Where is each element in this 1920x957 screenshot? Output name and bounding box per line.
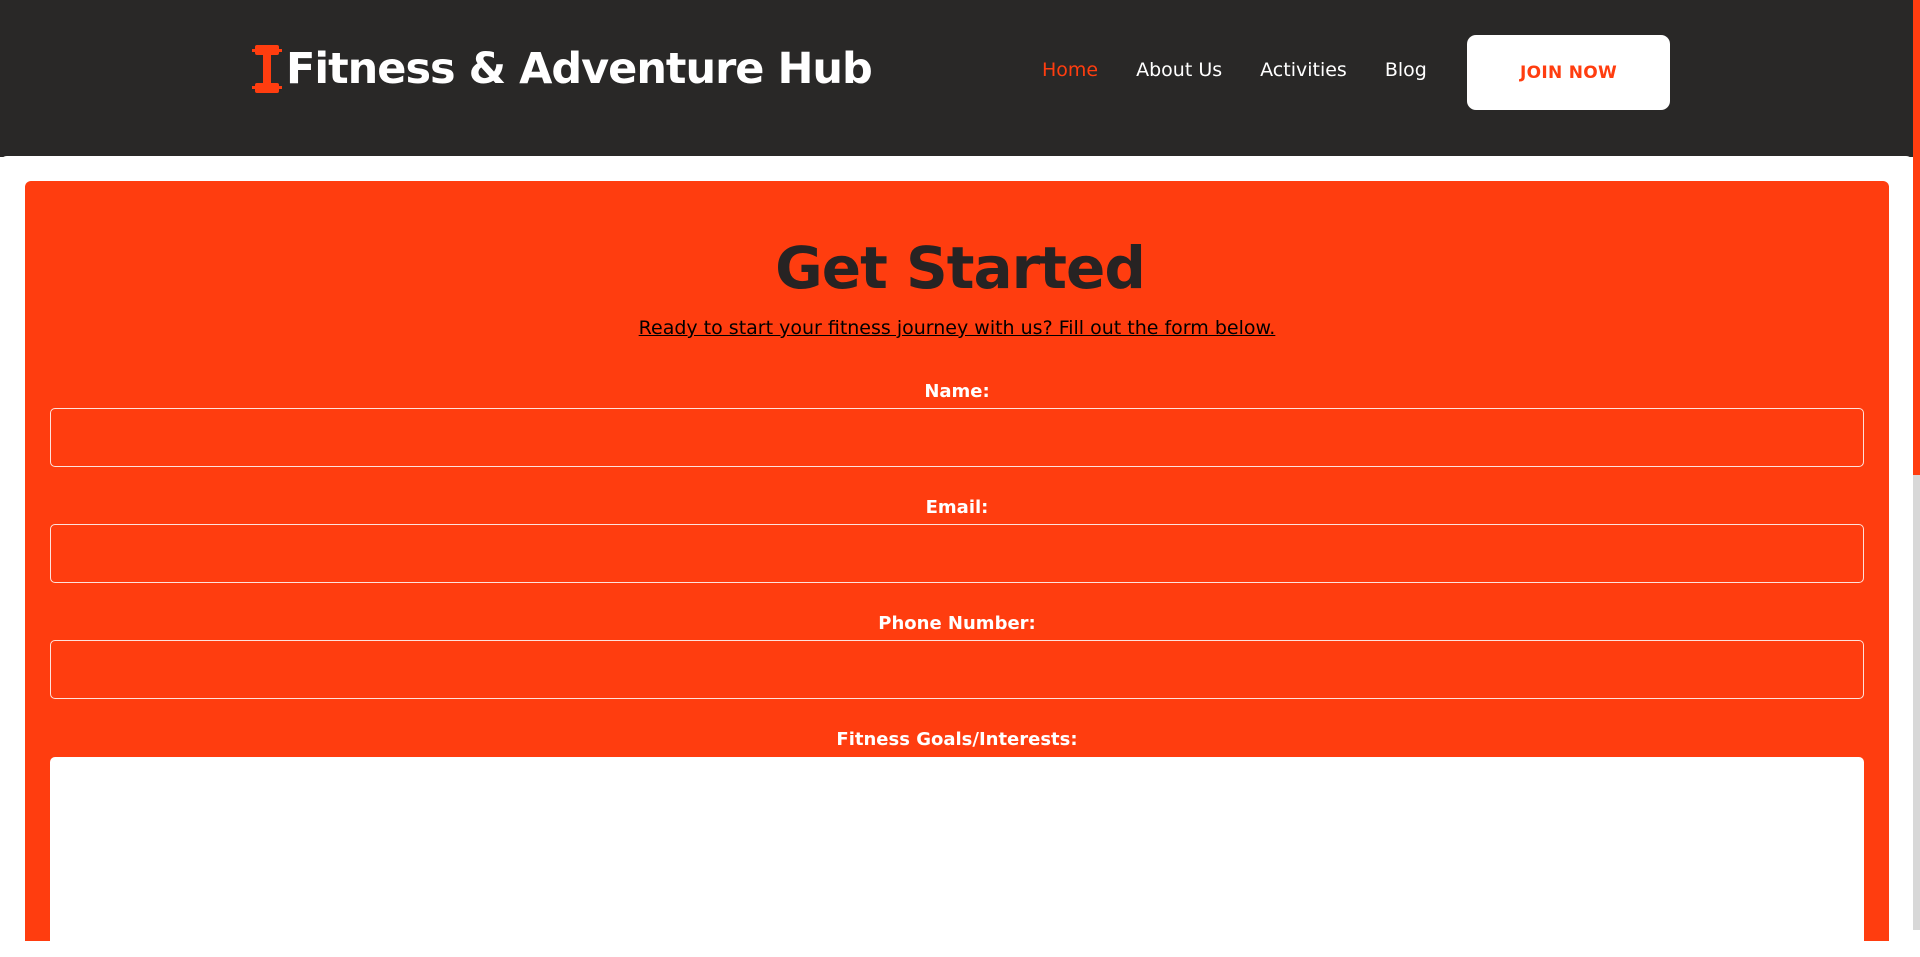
name-label: Name:: [924, 381, 990, 402]
brand-name: Fitness & Adventure Hub: [286, 44, 873, 94]
phone-field[interactable]: [50, 640, 1864, 699]
nav-home[interactable]: Home: [1042, 56, 1098, 84]
join-now-button[interactable]: JOIN NOW: [1467, 35, 1670, 110]
email-field[interactable]: [50, 524, 1864, 583]
page-title: Get Started: [775, 234, 1146, 302]
scrollbar-thumb[interactable]: [1913, 0, 1920, 475]
phone-label: Phone Number:: [878, 613, 1036, 634]
dumbbell-icon: [252, 45, 282, 93]
main-nav: Home About Us Activities Blog: [1042, 56, 1427, 84]
goals-textarea[interactable]: [50, 757, 1864, 957]
goals-label: Fitness Goals/Interests:: [836, 729, 1078, 750]
name-field[interactable]: [50, 408, 1864, 467]
nav-activities[interactable]: Activities: [1260, 56, 1347, 84]
email-label: Email:: [925, 497, 989, 518]
brand-logo[interactable]: Fitness & Adventure Hub: [252, 44, 873, 94]
form-intro: Ready to start your fitness journey with…: [638, 317, 1276, 339]
nav-about-us[interactable]: About Us: [1136, 56, 1222, 84]
nav-blog[interactable]: Blog: [1385, 56, 1427, 84]
